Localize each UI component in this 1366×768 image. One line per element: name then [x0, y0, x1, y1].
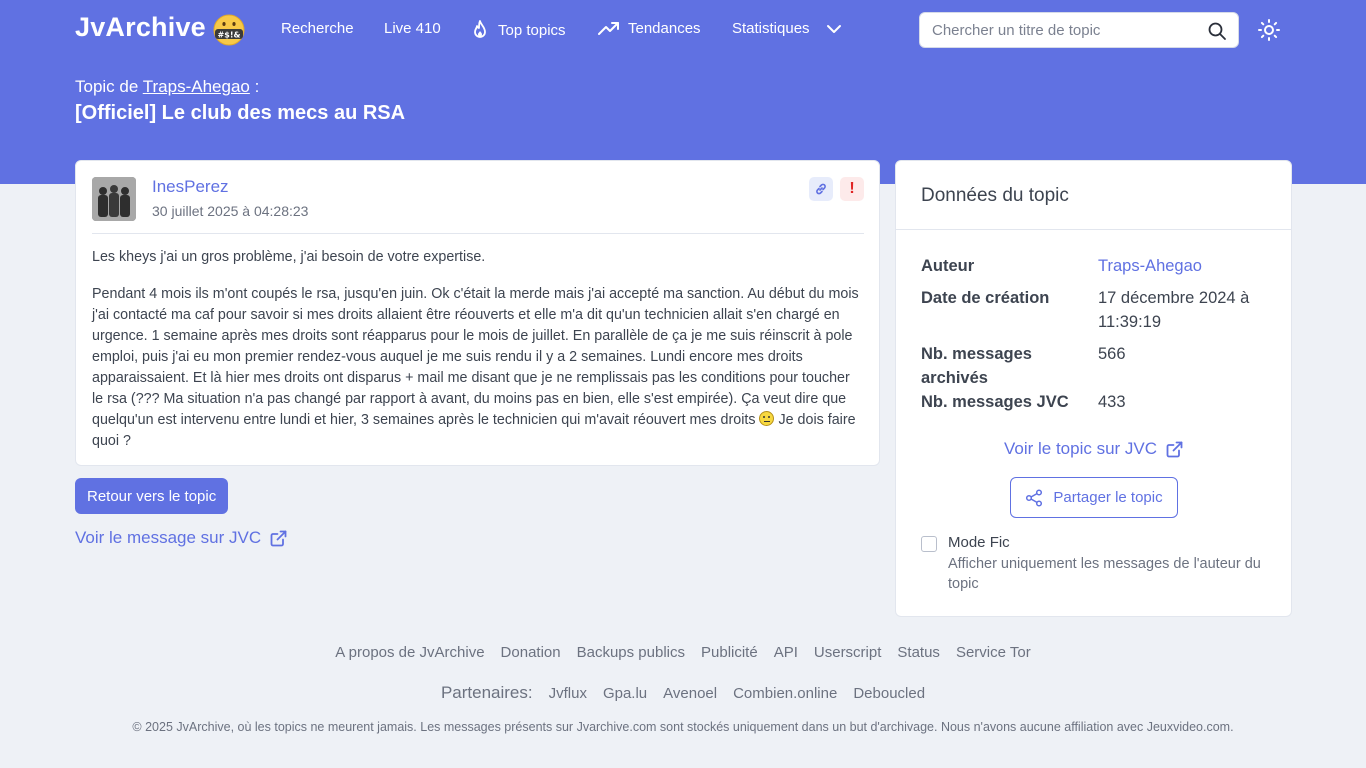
page-title: [Officiel] Le club des mecs au RSA [75, 102, 406, 124]
footer-partners: Partenaires: Jvflux Gpa.lu Avenoel Combi… [0, 683, 1366, 703]
message-date: 30 juillet 2025 à 04:28:23 [152, 203, 309, 219]
trending-up-icon [598, 21, 619, 35]
fic-mode-checkbox[interactable] [921, 536, 937, 552]
exclamation-icon: ! [849, 180, 855, 197]
topic-header: Topic de Traps-Ahegao : [Officiel] Le cl… [75, 77, 405, 125]
swearing-emoji-icon: #$!& [213, 14, 245, 46]
fic-mode-label: Mode Fic [948, 534, 1010, 551]
nav-trends[interactable]: Tendances [598, 20, 701, 37]
message-body: Les kheys j'ai un gros problème, j'ai be… [92, 247, 864, 468]
partner-link-gpa[interactable]: Gpa.lu [603, 685, 647, 702]
report-button[interactable]: ! [840, 177, 864, 201]
partners-label: Partenaires: [440, 683, 533, 702]
creation-date-value: 17 décembre 2024 à 11:39:19 [1098, 289, 1250, 331]
topic-byline: Topic de Traps-Ahegao : [75, 77, 260, 96]
link-icon [816, 183, 826, 195]
partner-link-avenoel[interactable]: Avenoel [663, 685, 717, 702]
author-label: Auteur [921, 257, 975, 275]
svg-text:#$!&: #$!& [218, 31, 241, 40]
smiley-icon [759, 411, 775, 426]
view-message-jvc-link[interactable]: Voir le message sur JVC [75, 528, 287, 548]
message-paragraph: Les kheys j'ai un gros problème, j'ai be… [92, 249, 486, 265]
navbar: JvArchive #$!& Recherche Live 410 Top to… [0, 0, 1366, 60]
external-link-icon [270, 530, 287, 546]
footer-link-tor[interactable]: Service Tor [956, 644, 1031, 661]
archived-count-value: 566 [1098, 345, 1126, 363]
divider [896, 229, 1291, 230]
share-icon [1026, 488, 1043, 507]
site-logo[interactable]: JvArchive [75, 12, 206, 43]
topic-author-link[interactable]: Traps-Ahegao [143, 77, 250, 96]
card-title: Données du topic [921, 185, 1069, 206]
creation-date-label: Date de création [921, 289, 1050, 307]
partner-link-deboucled[interactable]: Deboucled [853, 685, 925, 702]
search-box [919, 12, 1239, 48]
external-link-icon [1166, 441, 1183, 457]
author-value-link[interactable]: Traps-Ahegao [1098, 254, 1202, 278]
back-to-topic-button[interactable]: Retour vers le topic [75, 478, 229, 514]
search-input[interactable] [920, 13, 1200, 47]
footer-link-api[interactable]: API [774, 644, 798, 661]
footer-link-advertising[interactable]: Publicité [701, 644, 758, 661]
archived-count-label: Nb. messages archivés [921, 345, 1032, 387]
flame-icon [474, 20, 486, 38]
footer-link-backups[interactable]: Backups publics [577, 644, 685, 661]
footer-link-about[interactable]: A propos de JvArchive [335, 644, 484, 661]
footer-link-donation[interactable]: Donation [501, 644, 561, 661]
share-topic-button[interactable]: Partager le topic [1010, 477, 1178, 518]
message-author[interactable]: InesPerez [152, 177, 229, 197]
divider [92, 233, 864, 234]
view-topic-jvc-link[interactable]: Voir le topic sur JVC [896, 439, 1291, 459]
partner-link-combien[interactable]: Combien.online [733, 685, 837, 702]
nav-search[interactable]: Recherche [281, 20, 354, 37]
jvc-count-label: Nb. messages JVC [921, 393, 1069, 411]
jvc-count-value: 433 [1098, 393, 1126, 411]
chevron-down-icon [826, 24, 841, 33]
avatar[interactable] [92, 177, 136, 221]
nav-top-topics[interactable]: Top topics [470, 20, 566, 40]
sun-icon[interactable] [1258, 19, 1280, 41]
footer-link-userscript[interactable]: Userscript [814, 644, 882, 661]
copyright-notice: © 2025 JvArchive, où les topics ne meure… [132, 720, 1234, 734]
nav-live[interactable]: Live 410 [384, 20, 441, 37]
nav-stats[interactable]: Statistiques [732, 20, 844, 37]
fic-mode-description: Afficher uniquement les messages de l'au… [948, 556, 1261, 592]
footer-link-status[interactable]: Status [897, 644, 940, 661]
topic-data-card: Données du topic Auteur Traps-Ahegao Dat… [895, 160, 1292, 617]
search-icon[interactable] [1207, 21, 1227, 41]
footer-links: A propos de JvArchive Donation Backups p… [0, 644, 1366, 661]
message-card: InesPerez 30 juillet 2025 à 04:28:23 ! L… [75, 160, 880, 466]
partner-link-jvflux[interactable]: Jvflux [549, 685, 587, 702]
copy-link-button[interactable] [809, 177, 833, 201]
message-paragraph: Pendant 4 mois ils m'ont coupés le rsa, … [92, 286, 859, 449]
